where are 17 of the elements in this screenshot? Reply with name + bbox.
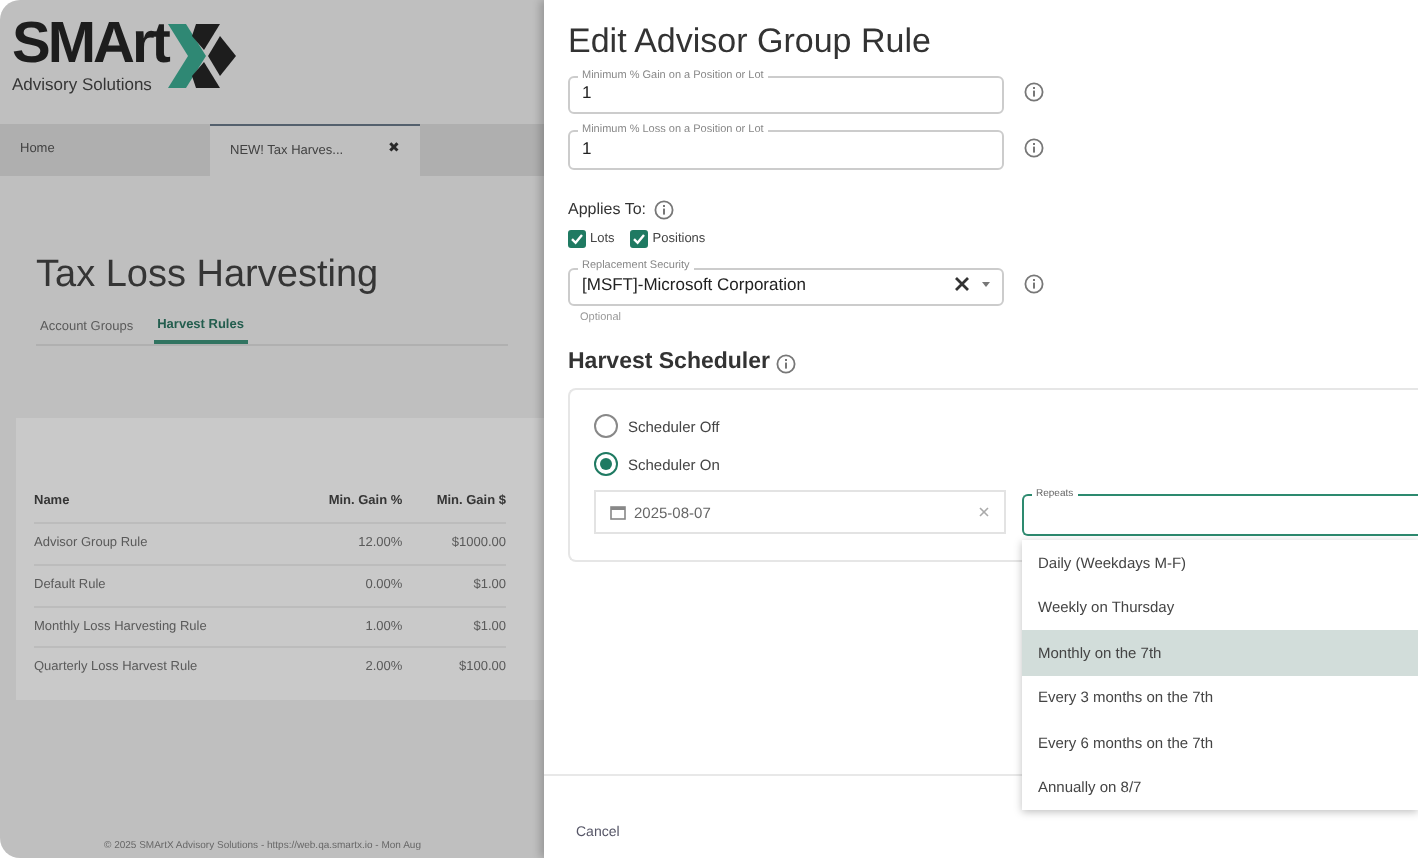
logo-wordmark: SMArt bbox=[12, 16, 168, 74]
logo-tagline: Advisory Solutions bbox=[12, 72, 154, 98]
page-title: Tax Loss Harvesting bbox=[36, 252, 381, 300]
calendar-icon bbox=[610, 504, 626, 521]
dialog-title: Edit Advisor Group Rule bbox=[568, 20, 933, 64]
clear-icon[interactable] bbox=[954, 276, 970, 293]
info-icon bbox=[1024, 82, 1044, 103]
info-icon bbox=[1024, 274, 1044, 294]
section-title: Harvest Scheduler bbox=[568, 348, 770, 378]
logo-mark-icon bbox=[167, 20, 236, 92]
check-icon bbox=[632, 231, 647, 246]
info-icon bbox=[1024, 137, 1044, 158]
caret-icon bbox=[982, 281, 990, 288]
applies-to-label: Applies To: bbox=[568, 197, 646, 221]
info-icon bbox=[654, 199, 674, 219]
info-icon bbox=[776, 353, 796, 374]
check-icon bbox=[570, 231, 584, 246]
